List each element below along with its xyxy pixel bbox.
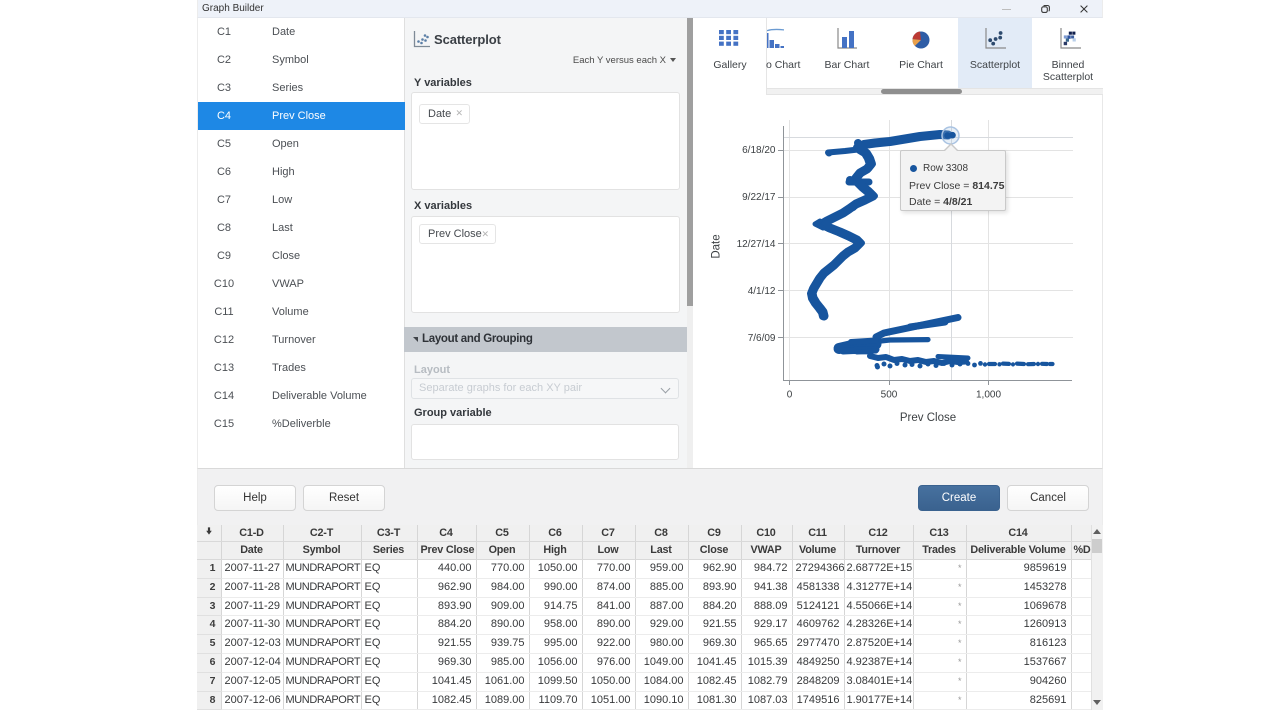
svg-text:7/6/09: 7/6/09 <box>748 333 776 344</box>
svg-text:Date: Date <box>711 234 723 258</box>
svg-text:0: 0 <box>787 390 793 401</box>
svg-text:Prev Close: Prev Close <box>900 412 956 424</box>
svg-text:1,000: 1,000 <box>976 390 1001 401</box>
svg-text:6/18/20: 6/18/20 <box>742 145 776 156</box>
svg-text:12/27/14: 12/27/14 <box>737 239 776 250</box>
svg-text:4/1/12: 4/1/12 <box>748 286 776 297</box>
svg-text:9/22/17: 9/22/17 <box>742 192 776 203</box>
svg-text:500: 500 <box>881 390 898 401</box>
